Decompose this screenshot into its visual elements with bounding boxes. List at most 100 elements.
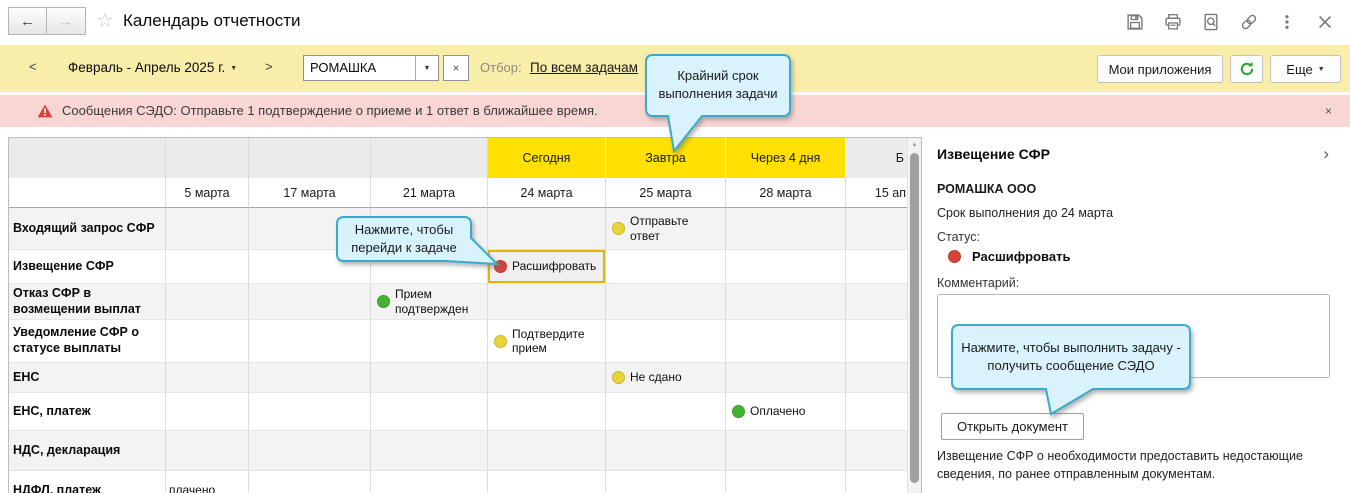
print-icon[interactable]	[1164, 13, 1182, 31]
row-label: Входящий запрос СФР	[9, 208, 166, 250]
calendar-cell-selected[interactable]: Расшифровать	[488, 250, 606, 284]
column-group-header-2	[249, 138, 371, 178]
filter-link[interactable]: По всем задачам	[530, 60, 638, 75]
link-icon[interactable]	[1240, 13, 1258, 31]
back-button[interactable]: ←	[8, 7, 47, 35]
page-title: Календарь отчетности	[123, 11, 301, 30]
calendar-cell	[249, 431, 371, 471]
period-next-button[interactable]: >	[265, 59, 273, 74]
calendar-cell	[166, 431, 249, 471]
calendar-cell	[166, 393, 249, 431]
task-label: Прием подтвержден	[395, 287, 469, 316]
status-value: Расшифровать	[972, 249, 1071, 264]
calendar-cell	[166, 208, 249, 250]
row-label: Уведомление СФР о статусе выплаты	[9, 320, 166, 363]
calendar-cell	[726, 320, 846, 363]
calendar-cell	[249, 393, 371, 431]
calendar-cell[interactable]: Подтвердите прием	[488, 320, 606, 363]
alert-close-icon[interactable]: ×	[1325, 104, 1332, 118]
period-prev-button[interactable]: <	[29, 59, 37, 74]
row-label: НДС, декларация	[9, 431, 166, 471]
column-date-header-6: 28 марта	[726, 178, 846, 208]
chevron-down-icon: ▼	[423, 64, 431, 72]
calendar-cell	[726, 284, 846, 320]
organization-name: РОМАШКА ООО	[937, 182, 1037, 196]
status-dot-green	[377, 295, 390, 308]
more-button[interactable]: Еще ▼	[1270, 55, 1341, 83]
task-detail-panel: Извещение СФР › РОМАШКА ООО Срок выполне…	[937, 140, 1343, 493]
chevron-right-icon[interactable]: ›	[1323, 144, 1329, 164]
calendar-cell	[846, 320, 908, 363]
column-group-header-7: Б	[846, 138, 908, 178]
scrollbar-thumb[interactable]	[910, 153, 919, 483]
history-nav: ← →	[8, 7, 86, 35]
combobox-clear-button[interactable]: ×	[443, 55, 469, 81]
calendar-cell	[371, 471, 488, 493]
favorite-star-icon[interactable]: ☆	[96, 8, 114, 33]
calendar-cell	[488, 208, 606, 250]
calendar-cell	[488, 471, 606, 493]
task-description: Извещение СФР о необходимости предостави…	[937, 449, 1303, 481]
preview-icon[interactable]	[1202, 13, 1220, 31]
calendar-cell	[846, 431, 908, 471]
column-date-header-1: 5 марта	[166, 178, 249, 208]
menu-icon[interactable]	[1278, 13, 1296, 31]
organization-value[interactable]: РОМАШКА	[304, 56, 415, 80]
forward-button[interactable]: →	[47, 7, 86, 35]
calendar-cell	[249, 471, 371, 493]
combobox-dropdown-button[interactable]: ▼	[415, 56, 438, 80]
status-dot-yellow	[612, 371, 625, 384]
calendar-cell	[488, 393, 606, 431]
calendar-cell	[846, 208, 908, 250]
status-dot-yellow	[494, 334, 507, 348]
calendar-cell	[726, 208, 846, 250]
calendar-cell[interactable]: Отправьте ответ	[606, 208, 726, 250]
calendar-cell	[606, 284, 726, 320]
scroll-up-icon[interactable]: ▲	[908, 138, 921, 152]
column-date-header-5: 25 марта	[606, 178, 726, 208]
calendar-cell	[846, 471, 908, 493]
organization-combobox[interactable]: РОМАШКА ▼	[303, 55, 439, 81]
column-group-header-3	[371, 138, 488, 178]
status-label: Статус:	[937, 230, 980, 244]
calendar-cell	[371, 393, 488, 431]
calendar-cell	[371, 363, 488, 393]
tooltip-perform-task: Нажмите, чтобы выполнить задачу - получи…	[951, 324, 1195, 418]
calendar-cell[interactable]: Не сдано	[606, 363, 726, 393]
refresh-button[interactable]	[1230, 55, 1263, 83]
chevron-down-icon: ▼	[230, 65, 238, 72]
window-titlebar: ← → ☆ Календарь отчетности	[0, 0, 1350, 45]
close-icon[interactable]	[1316, 13, 1334, 31]
calendar-cell[interactable]: Прием подтвержден	[371, 284, 488, 320]
reporting-calendar-table: Сегодня Завтра Через 4 дня Б 5 марта 17 марта…	[8, 137, 922, 493]
calendar-cell	[371, 320, 488, 363]
save-icon[interactable]	[1126, 13, 1144, 31]
calendar-cell	[726, 363, 846, 393]
calendar-cell	[606, 250, 726, 284]
vertical-scrollbar[interactable]: ▲	[907, 138, 921, 493]
calendar-cell	[488, 431, 606, 471]
calendar-cell	[166, 363, 249, 393]
column-group-header-0	[9, 138, 166, 178]
status-dot-green	[732, 405, 745, 418]
row-label: ЕНС	[9, 363, 166, 393]
status-row: Расшифровать	[945, 249, 1070, 264]
task-label: Оплачено	[750, 404, 806, 419]
row-label: ЕНС, платеж	[9, 393, 166, 431]
window-actions	[1126, 13, 1334, 31]
column-date-header-7: 15 ап	[846, 178, 908, 208]
calendar-cell	[249, 284, 371, 320]
calendar-cell	[371, 431, 488, 471]
calendar-cell[interactable]: Оплачено	[726, 393, 846, 431]
more-label: Еще	[1286, 61, 1313, 77]
period-selector[interactable]: Февраль - Апрель 2025 г. ▼	[68, 60, 237, 75]
row-label: Отказ СФР в возмещении выплат	[9, 284, 166, 320]
calendar-cell	[726, 471, 846, 493]
calendar-cell[interactable]: плачено	[166, 471, 249, 493]
row-label: НДФЛ, платеж	[9, 471, 166, 493]
task-label: Не сдано	[630, 370, 682, 385]
my-apps-button[interactable]: Мои приложения	[1097, 55, 1223, 83]
calendar-cell	[606, 393, 726, 431]
calendar-cell	[846, 363, 908, 393]
period-label: Февраль - Апрель 2025 г.	[68, 60, 226, 75]
